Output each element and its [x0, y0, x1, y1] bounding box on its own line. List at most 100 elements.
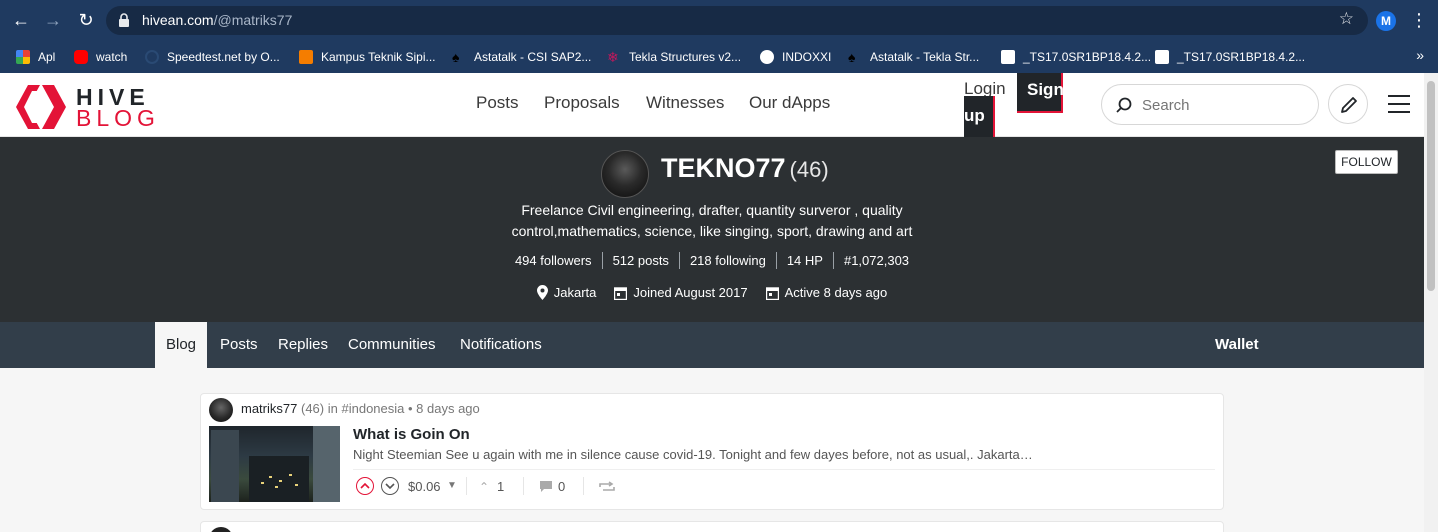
spade-icon: ♠: [848, 49, 856, 65]
reblog-icon[interactable]: [599, 481, 615, 493]
browser-profile-avatar[interactable]: M: [1376, 11, 1396, 31]
profile-reputation: (46): [789, 157, 829, 182]
post-author-line: matriks77 (46) in #indonesia • 8 days ag…: [241, 401, 480, 416]
rank: #1,072,303: [843, 253, 910, 268]
profile-name-line: TEKNO77 (46): [661, 153, 829, 184]
site-header: HIVE BLOG Posts Proposals Witnesses Our …: [0, 73, 1438, 140]
post-comments[interactable]: 0: [558, 479, 565, 494]
address-bar[interactable]: hivean.com/@matriks77 ☆: [106, 6, 1368, 35]
profile-stats: 494 followers 512 posts 218 following 14…: [0, 252, 1424, 269]
spade-icon: ♠: [452, 49, 460, 65]
bookmark-astatalk-csi[interactable]: ♠ Astatalk - CSI SAP2...: [452, 41, 591, 73]
tab-blog[interactable]: Blog: [155, 322, 208, 368]
post-author-rep: (46): [300, 401, 325, 416]
author-avatar[interactable]: [209, 398, 233, 422]
profile-banner: TEKNO77 (46) Freelance Civil engineering,…: [0, 137, 1424, 322]
signup-button-wrap[interactable]: up: [964, 96, 995, 140]
search-input[interactable]: [1142, 94, 1302, 116]
bookmark-ts17-a[interactable]: _TS17.0SR1BP18.4.2...: [1001, 41, 1151, 73]
profile-about: Freelance Civil engineering, drafter, qu…: [511, 202, 913, 239]
tekla-icon: ❄: [607, 49, 619, 65]
post-card-next[interactable]: [200, 521, 1224, 532]
lock-icon: [119, 13, 129, 27]
nav-proposals[interactable]: Proposals: [544, 93, 620, 113]
profile-tabs: Blog Posts Replies Communities Notificat…: [0, 322, 1424, 368]
followers-count[interactable]: 494 followers: [505, 252, 603, 269]
speedtest-icon: [145, 50, 159, 64]
hive-logo-icon: [16, 85, 66, 129]
write-post-button[interactable]: [1328, 84, 1368, 124]
post-title[interactable]: What is Goin On: [353, 426, 470, 443]
bookmark-ts17-b[interactable]: _TS17.0SR1BP18.4.2...: [1155, 41, 1305, 73]
profile-meta: Jakarta Joined August 2017 Active 8 days…: [0, 285, 1424, 300]
forward-arrow-icon[interactable]: →: [42, 9, 64, 31]
signup-button[interactable]: Sign: [1017, 73, 1064, 113]
post-author[interactable]: matriks77: [241, 401, 297, 416]
downvote-button[interactable]: [381, 477, 399, 495]
action-separator: [583, 477, 584, 495]
post-votes[interactable]: 1: [497, 479, 504, 494]
profile-active: Active 8 days ago: [765, 285, 887, 300]
bookmarks-overflow-icon[interactable]: »: [1416, 47, 1424, 63]
search-icon: [1116, 97, 1132, 113]
post-in-text: in: [327, 401, 338, 416]
bookmark-speedtest[interactable]: Speedtest.net by O...: [145, 41, 280, 73]
location-pin-icon: [536, 285, 548, 300]
tab-notifications[interactable]: Notifications: [449, 322, 553, 368]
apps-grid-icon: [16, 50, 30, 64]
scrollbar-thumb[interactable]: [1427, 81, 1435, 291]
page-scrollbar[interactable]: [1424, 73, 1438, 532]
tab-communities[interactable]: Communities: [337, 322, 447, 368]
comment-icon[interactable]: [539, 480, 553, 493]
calendar-icon: [614, 286, 628, 300]
hive-blog-logo[interactable]: HIVE BLOG: [14, 83, 174, 131]
post-payout[interactable]: $0.06: [408, 479, 441, 494]
bookmark-tekla[interactable]: ❄ Tekla Structures v2...: [607, 41, 741, 73]
nav-posts[interactable]: Posts: [476, 93, 519, 113]
post-community[interactable]: #indonesia: [341, 401, 404, 416]
profile-name: TEKNO77: [661, 153, 786, 183]
post-thumbnail[interactable]: [209, 426, 340, 502]
nav-witnesses[interactable]: Witnesses: [646, 93, 724, 113]
reload-icon[interactable]: ↻: [75, 9, 97, 31]
posts-count: 512 posts: [603, 252, 680, 269]
bookmark-apl[interactable]: Apl: [16, 41, 55, 73]
logo-word-blog: BLOG: [76, 105, 160, 131]
upvote-button[interactable]: [356, 477, 374, 495]
follow-button[interactable]: FOLLOW: [1335, 150, 1398, 174]
post-excerpt[interactable]: Night Steemian See u again with me in si…: [353, 447, 1033, 462]
profile-avatar: [601, 150, 649, 198]
chevron-down-icon: [385, 483, 395, 490]
ts-icon: [1001, 50, 1015, 64]
chevron-up-icon: [360, 482, 370, 489]
following-count[interactable]: 218 following: [680, 252, 777, 269]
profile-location: Jakarta: [536, 285, 596, 300]
bookmark-astatalk-tekla[interactable]: ♠ Astatalk - Tekla Str...: [848, 41, 979, 73]
hamburger-menu-icon[interactable]: [1388, 95, 1410, 113]
bookmark-watch[interactable]: watch: [74, 41, 127, 73]
bookmark-star-icon[interactable]: ☆: [1339, 9, 1354, 29]
post-divider: [353, 469, 1215, 470]
bookmark-indoxxi[interactable]: INDOXXI: [760, 41, 831, 73]
post-age: • 8 days ago: [408, 401, 480, 416]
url-text: hivean.com/@matriks77: [142, 12, 293, 28]
bookmark-kampus[interactable]: Kampus Teknik Sipi...: [299, 41, 436, 73]
calendar-icon: [765, 286, 779, 300]
author-avatar[interactable]: [209, 527, 233, 532]
voters-chevron-icon: ⌃: [479, 480, 490, 494]
tab-wallet[interactable]: Wallet: [1204, 322, 1270, 368]
payout-dropdown-icon[interactable]: ▼: [447, 480, 457, 491]
globe-icon: [760, 50, 774, 64]
youtube-icon: [74, 50, 88, 64]
hive-power: 14 HP: [777, 252, 834, 269]
nav-our-dapps[interactable]: Our dApps: [749, 93, 830, 113]
action-separator: [523, 477, 524, 495]
back-arrow-icon[interactable]: ←: [10, 9, 32, 31]
pencil-icon: [1341, 97, 1357, 113]
tab-posts[interactable]: Posts: [209, 322, 269, 368]
search-box[interactable]: [1101, 84, 1319, 125]
tab-replies[interactable]: Replies: [267, 322, 339, 368]
browser-menu-icon[interactable]: ⋮: [1410, 9, 1428, 31]
bookmarks-bar: Apl watch Speedtest.net by O... Kampus T…: [0, 41, 1438, 73]
post-card[interactable]: matriks77 (46) in #indonesia • 8 days ag…: [200, 393, 1224, 510]
